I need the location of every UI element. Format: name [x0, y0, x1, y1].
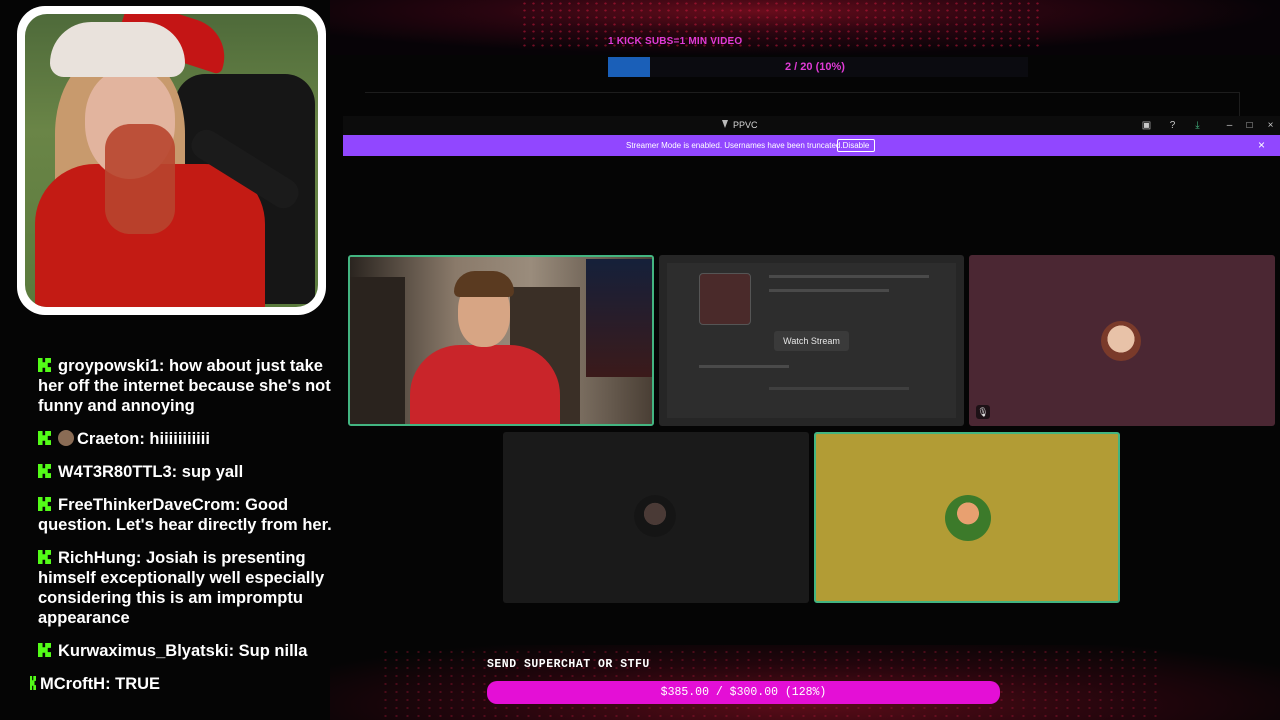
kick-icon — [38, 358, 51, 372]
help-icon[interactable]: ? — [1167, 120, 1178, 131]
chat-username: Craeton: — [77, 430, 145, 448]
video-tile-participant-avatar[interactable] — [814, 432, 1120, 603]
streamer-mode-text: Streamer Mode is enabled. Usernames have… — [626, 141, 843, 150]
participant-avatar — [1101, 321, 1141, 361]
chat-message: Craeton: hiiiiiiiiiii — [38, 429, 333, 449]
webcam-feed — [25, 14, 318, 307]
superchat-amount: $385.00 / $300.00 (128%) — [660, 686, 827, 699]
disable-streamer-mode-button[interactable]: Disable — [837, 139, 875, 152]
sub-goal-count: 2 / 20 (10%) — [785, 61, 845, 73]
kick-icon — [38, 431, 51, 445]
streamer-webcam — [17, 6, 326, 315]
minimize-icon[interactable]: – — [1224, 120, 1235, 131]
sub-goal-bar-fill — [608, 57, 650, 77]
kick-icon — [38, 464, 51, 478]
chat-username: Kurwaximus_Blyatski: — [58, 642, 235, 660]
participant-avatar — [634, 495, 676, 537]
browser-frame-edge — [365, 92, 1240, 116]
muted-mic-icon: 🎙 — [976, 405, 990, 419]
chat-text: sup yall — [177, 463, 244, 481]
user-avatar-icon — [58, 430, 74, 446]
chat-message: FreeThinkerDaveCrom: Good question. Let'… — [38, 495, 333, 535]
kick-icon — [38, 497, 51, 511]
watch-stream-button[interactable]: Watch Stream — [774, 331, 849, 351]
chat-message: Kurwaximus_Blyatski: Sup nilla — [38, 641, 333, 661]
chat-message: W4T3R80TTL3: sup yall — [38, 462, 333, 482]
kick-icon — [30, 676, 36, 690]
chat-text: TRUE — [110, 675, 161, 693]
superchat-label: SEND SUPERCHAT OR STFU — [487, 658, 650, 671]
participant-avatar — [945, 495, 991, 541]
kick-icon — [38, 550, 51, 564]
banner-close-icon[interactable]: × — [1258, 139, 1265, 151]
sub-goal-title: 1 KICK SUBS=1 MIN VIDEO — [608, 36, 743, 47]
chat-username: W4T3R80TTL3: — [58, 463, 178, 481]
movie-poster — [586, 259, 652, 377]
chat-username: RichHung: — [58, 549, 142, 567]
download-icon[interactable]: ⤓ — [1192, 120, 1203, 131]
chat-overlay: groypowski1: how about just take her off… — [30, 356, 333, 707]
chat-username: groypowski1: — [58, 357, 165, 375]
app-title: PPVC — [722, 120, 758, 130]
app-logo-icon — [722, 120, 728, 128]
video-tile-screen-share[interactable]: Watch Stream — [659, 255, 964, 426]
chat-username: MCroftH: — [40, 675, 111, 693]
inbox-icon[interactable]: ▣ — [1141, 120, 1152, 131]
top-overlay-sparkles — [520, 0, 1040, 50]
chat-text: hiiiiiiiiiii — [144, 430, 210, 448]
chat-username: FreeThinkerDaveCrom: — [58, 496, 241, 514]
video-tile-participant-avatar[interactable] — [969, 255, 1275, 426]
chat-message: MCroftH: TRUE — [30, 674, 333, 694]
kick-icon — [38, 643, 51, 657]
chat-message: groypowski1: how about just take her off… — [38, 356, 333, 416]
video-tile-participant-camera[interactable] — [348, 255, 654, 426]
video-tile-participant-avatar[interactable] — [503, 432, 809, 603]
close-window-icon[interactable]: × — [1265, 120, 1276, 131]
bookshelf — [350, 277, 405, 424]
chat-text: Sup nilla — [234, 642, 308, 660]
chat-message: RichHung: Josiah is presenting himself e… — [38, 548, 333, 628]
maximize-icon[interactable]: □ — [1244, 120, 1255, 131]
app-titlebar — [343, 116, 1280, 135]
